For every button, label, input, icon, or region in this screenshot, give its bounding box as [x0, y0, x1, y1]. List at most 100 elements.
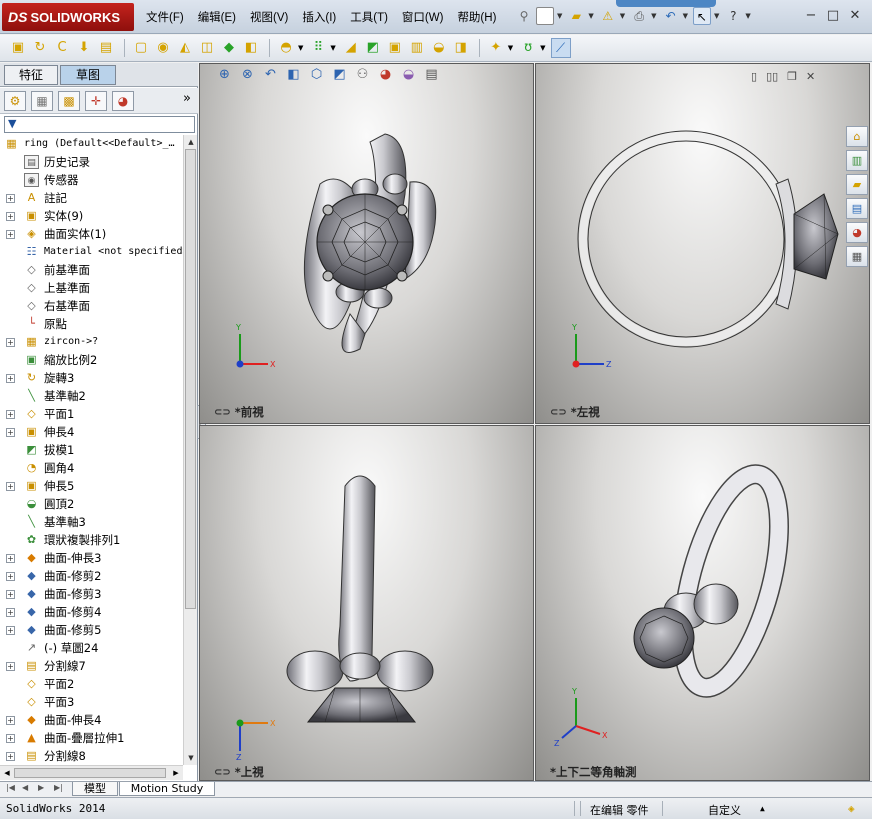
viewport-left[interactable]: Y Z ⊂⊃ *左視 — [535, 63, 870, 424]
save-dropdown-icon[interactable]: ▼ — [620, 12, 625, 20]
tree-item[interactable]: + ◇ 平面1 — [0, 405, 183, 423]
hole-wizard-icon[interactable]: ◉ — [153, 38, 173, 58]
tree-item[interactable]: ◔ 圓角4 — [0, 459, 183, 477]
expand-toggle-icon[interactable]: + — [6, 554, 15, 563]
tree-item[interactable]: + ▣ 伸長5 — [0, 477, 183, 495]
undo-icon[interactable]: ↶ — [662, 7, 680, 25]
lofted-cut-icon[interactable]: ◆ — [219, 38, 239, 58]
single-view-icon[interactable]: ▯ — [751, 70, 757, 83]
select-dropdown-icon[interactable]: ▼ — [714, 12, 719, 20]
dimxpert-manager-icon[interactable]: ✛ — [85, 90, 107, 111]
scroll-down-icon[interactable]: ▼ — [184, 751, 198, 765]
print-dropdown-icon[interactable]: ▼ — [651, 12, 656, 20]
expand-toggle-icon[interactable]: + — [6, 590, 15, 599]
tree-item[interactable]: + ◆ 曲面-修剪4 — [0, 603, 183, 621]
hide-show-items-icon[interactable]: ⚇ — [353, 66, 372, 84]
tree-item[interactable]: + ▤ 分割線7 — [0, 657, 183, 675]
draft-icon[interactable]: ◩ — [363, 38, 383, 58]
expand-toggle-icon[interactable]: + — [6, 482, 15, 491]
design-library-icon[interactable]: ▥ — [846, 150, 868, 171]
minimize-icon[interactable]: − — [800, 8, 822, 23]
tree-item[interactable]: ◇ 上基準面 — [0, 279, 183, 297]
curves-icon[interactable]: ʊ — [518, 38, 538, 58]
property-manager-icon[interactable]: ▦ — [31, 90, 53, 111]
expand-toggle-icon[interactable]: + — [6, 374, 15, 383]
scroll-left-icon[interactable]: ◀ — [0, 766, 14, 780]
feature-manager-icon[interactable]: ⚙ — [4, 90, 26, 111]
zoom-to-fit-icon[interactable]: ⊕ — [215, 66, 234, 84]
tab-prev-icon[interactable]: ◀ — [22, 783, 28, 792]
lofted-boss-icon[interactable]: ⬇ — [74, 38, 94, 58]
tree-item[interactable]: + ▤ 分割線8 — [0, 747, 183, 765]
tree-item[interactable]: ▤ 历史记录 — [0, 153, 183, 171]
tab-motion-study[interactable]: Motion Study 1 — [119, 782, 215, 808]
tree-item[interactable]: + ▣ 实体(9) — [0, 207, 183, 225]
close-viewport-icon[interactable]: ✕ — [806, 70, 815, 83]
extruded-boss-icon[interactable]: ▣ — [8, 38, 28, 58]
expand-toggle-icon[interactable]: + — [6, 410, 15, 419]
tree-item[interactable]: + ◆ 曲面-伸長4 — [0, 711, 183, 729]
print-icon[interactable]: ⎙ — [630, 7, 648, 25]
appearances-icon[interactable]: ◕ — [846, 222, 868, 243]
custom-properties-icon[interactable]: ▦ — [846, 246, 868, 267]
tree-item[interactable]: ◇ 平面3 — [0, 693, 183, 711]
menu-file[interactable]: 文件(F) — [146, 9, 184, 25]
tree-item[interactable]: + ◈ 曲面实体(1) — [0, 225, 183, 243]
tree-item[interactable]: + ◆ 曲面-修剪3 — [0, 585, 183, 603]
tag-icon[interactable]: ◈ — [848, 802, 855, 815]
tree-item[interactable]: ▣ 縮放比例2 — [0, 351, 183, 369]
tree-item[interactable]: ↗ (-) 草圖24 — [0, 639, 183, 657]
boundary-boss-icon[interactable]: ▤ — [96, 38, 116, 58]
viewport-isometric[interactable]: Y X Z *上下二等角軸測 — [535, 425, 870, 781]
boundary-cut-icon[interactable]: ◧ — [241, 38, 261, 58]
tree-item[interactable]: ◉ 传感器 — [0, 171, 183, 189]
tab-model[interactable]: 模型 — [72, 782, 118, 796]
tree-root-part[interactable]: ▦ ring (Default<<Default>_… — [0, 135, 183, 153]
tab-first-icon[interactable]: |◀ — [6, 783, 15, 792]
expand-toggle-icon[interactable]: + — [6, 752, 15, 761]
view-settings-icon[interactable]: ▤ — [422, 66, 441, 84]
tab-last-icon[interactable]: ▶| — [54, 783, 63, 792]
maximize-icon[interactable]: □ — [822, 8, 844, 23]
revolve-boss-icon[interactable]: ↻ — [30, 38, 50, 58]
tree-item[interactable]: + ▦ zircon->? — [0, 333, 183, 351]
scroll-thumb[interactable] — [185, 149, 196, 609]
tree-item[interactable]: + ◆ 曲面-修剪5 — [0, 621, 183, 639]
viewport-top[interactable]: X Z ⊂⊃ *上視 — [199, 425, 534, 781]
tree-item[interactable]: ╲ 基準軸2 — [0, 387, 183, 405]
linear-pattern-icon[interactable]: ⠿ — [308, 38, 328, 58]
viewport-front[interactable]: Y X ⊂⊃ *前視 — [199, 63, 534, 424]
file-explorer-icon[interactable]: ▰ — [846, 174, 868, 195]
mirror-icon[interactable]: ◨ — [451, 38, 471, 58]
intersect-icon[interactable]: ◒ — [429, 38, 449, 58]
apply-scene-icon[interactable]: ◒ — [399, 66, 418, 84]
tree-item[interactable]: + ◆ 曲面-伸長3 — [0, 549, 183, 567]
tab-sketch[interactable]: 草图 — [60, 65, 116, 85]
expand-toggle-icon[interactable]: + — [6, 338, 15, 347]
more-tabs-icon[interactable]: » — [183, 91, 191, 106]
reference-dropdown-icon[interactable]: ▼ — [508, 44, 513, 52]
tree-item[interactable]: ✿ 環狀複製排列1 — [0, 531, 183, 549]
menu-insert[interactable]: 插入(I) — [302, 9, 336, 25]
tree-vertical-scrollbar[interactable]: ▲ ▼ — [183, 135, 197, 765]
extruded-cut-icon[interactable]: ▢ — [131, 38, 151, 58]
menu-edit[interactable]: 编辑(E) — [198, 9, 236, 25]
view-orientation-icon[interactable]: ⬡ — [307, 66, 326, 84]
undo-dropdown-icon[interactable]: ▼ — [683, 12, 688, 20]
expand-toggle-icon[interactable]: + — [6, 572, 15, 581]
tree-item[interactable]: + ▲ 曲面-疊層拉伸1 — [0, 729, 183, 747]
menu-tools[interactable]: 工具(T) — [350, 9, 388, 25]
fillet-dropdown-icon[interactable]: ▼ — [298, 44, 303, 52]
menu-view[interactable]: 视图(V) — [250, 9, 288, 25]
help-dropdown-icon[interactable]: ▼ — [745, 12, 750, 20]
tree-item[interactable]: + ▣ 伸長4 — [0, 423, 183, 441]
expand-toggle-icon[interactable]: + — [6, 608, 15, 617]
edit-appearance-icon[interactable]: ◕ — [376, 66, 395, 84]
tree-item[interactable]: + ↻ 旋轉3 — [0, 369, 183, 387]
scroll-up-icon[interactable]: ▲ — [184, 135, 198, 149]
display-style-icon[interactable]: ◩ — [330, 66, 349, 84]
shell-icon[interactable]: ▣ — [385, 38, 405, 58]
rib-icon[interactable]: ◢ — [341, 38, 361, 58]
menu-help[interactable]: 帮助(H) — [457, 9, 496, 25]
wrap-icon[interactable]: ▥ — [407, 38, 427, 58]
